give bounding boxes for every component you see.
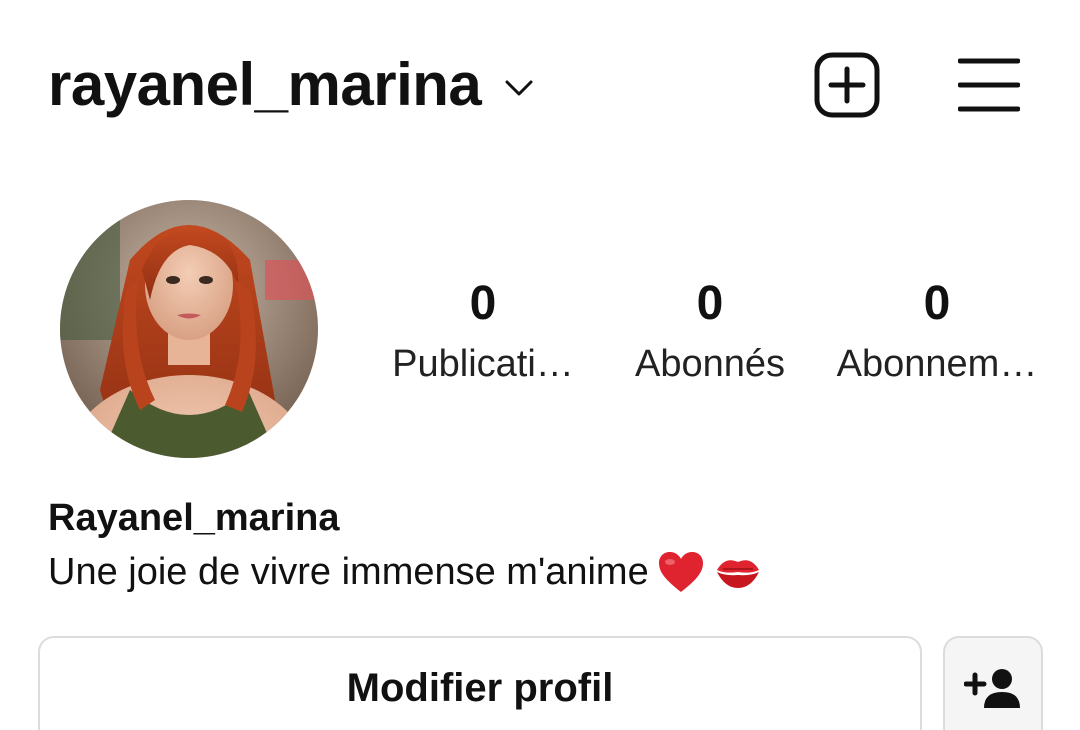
username-title[interactable]: rayanel_marina <box>48 55 482 115</box>
add-user-icon <box>963 668 1022 713</box>
stat-count: 0 <box>696 277 724 330</box>
bio-text-line: Une joie de vivre immense m'anime <box>48 550 763 594</box>
add-user-button[interactable] <box>943 636 1043 730</box>
profile-header: rayanel_marina <box>48 40 1020 130</box>
stat-count: 0 <box>923 277 951 330</box>
bio-text: Une joie de vivre immense m'anime <box>48 550 649 593</box>
stat-label: Abonnem… <box>836 343 1038 385</box>
hamburger-menu-icon[interactable] <box>958 57 1020 113</box>
profile-photo <box>60 200 318 458</box>
plus-square-icon[interactable] <box>814 52 880 118</box>
header-actions <box>814 52 1020 118</box>
chevron-down-icon[interactable] <box>501 70 537 106</box>
stat-following[interactable]: 0 Abonnem… <box>824 275 1050 389</box>
profile-stats: 0 Publicati… 0 Abonnés 0 Abonnem… <box>370 275 1050 389</box>
bio-name: Rayanel_marina <box>48 497 340 539</box>
stat-followers[interactable]: 0 Abonnés <box>597 275 823 389</box>
avatar[interactable] <box>60 200 318 458</box>
stat-posts[interactable]: 0 Publicati… <box>370 275 596 389</box>
stat-label: Publicati… <box>392 343 574 385</box>
kiss-mark-icon <box>713 552 763 592</box>
stat-label: Abonnés <box>634 343 785 385</box>
profile-screen: rayanel_marina 0 Publicati… 0 Abonnés 0 … <box>0 0 1080 730</box>
edit-profile-button[interactable]: Modifier profil <box>38 636 922 730</box>
stat-count: 0 <box>469 277 497 330</box>
red-heart-icon <box>657 550 705 594</box>
